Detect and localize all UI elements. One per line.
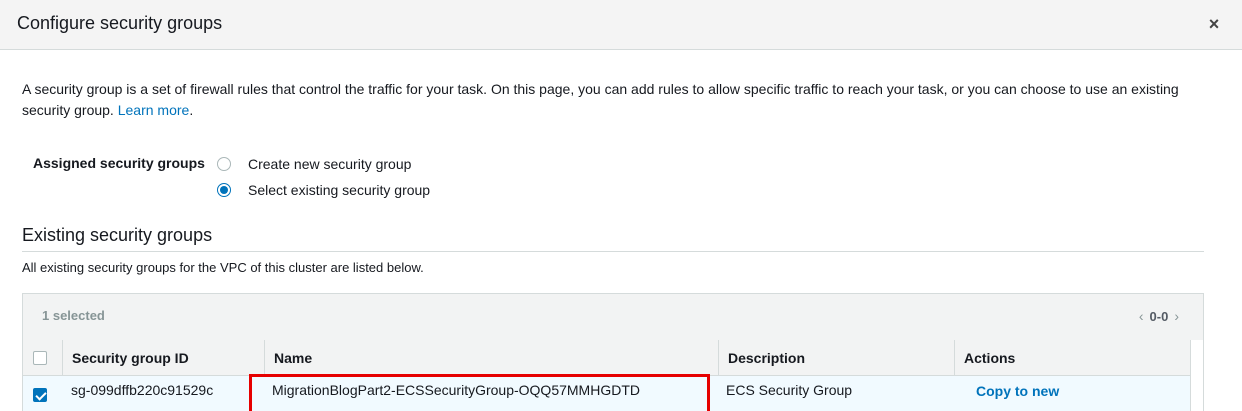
column-header-actions: Actions — [954, 340, 1190, 376]
modal-header: Configure security groups × — [0, 0, 1242, 50]
intro-text: A security group is a set of firewall ru… — [22, 79, 1212, 121]
table-scrollbar[interactable] — [1190, 340, 1203, 411]
column-header-security-group-id[interactable]: Security group ID — [62, 340, 264, 376]
radio-select-existing-label[interactable]: Select existing security group — [248, 182, 430, 198]
intro-body: A security group is a set of firewall ru… — [22, 81, 1179, 118]
pager-range: 0-0 — [1149, 308, 1169, 324]
header-select-cell — [23, 340, 62, 376]
column-header-description[interactable]: Description — [718, 340, 954, 376]
chevron-right-icon[interactable]: › — [1168, 308, 1185, 324]
table-toolbar: 1 selected ‹ 0-0 › — [23, 294, 1203, 341]
cell-description: ECS Security Group — [726, 382, 853, 398]
existing-security-groups-description: All existing security groups for the VPC… — [22, 260, 424, 275]
assigned-security-groups-label: Assigned security groups — [33, 155, 205, 171]
column-header-name[interactable]: Name — [264, 340, 718, 376]
cell-security-group-id: sg-099dffb220c91529c — [71, 382, 214, 398]
close-icon[interactable]: × — [1206, 14, 1222, 34]
row-checkbox[interactable] — [33, 388, 47, 402]
pagination: ‹ 0-0 › — [1133, 308, 1185, 324]
selected-count: 1 selected — [42, 308, 105, 323]
modal-title: Configure security groups — [17, 13, 223, 33]
section-divider — [22, 251, 1204, 252]
radio-create-new-label[interactable]: Create new security group — [248, 156, 411, 172]
radio-create-new-button[interactable] — [217, 157, 231, 171]
existing-security-groups-title: Existing security groups — [22, 225, 213, 245]
highlight-annotation — [249, 374, 710, 411]
chevron-left-icon[interactable]: ‹ — [1133, 308, 1150, 324]
intro-period: . — [189, 102, 194, 118]
radio-select-existing-button[interactable] — [217, 183, 231, 197]
table-header: Security group ID Name Description Actio… — [23, 340, 1203, 376]
radio-select-existing[interactable]: Select existing security group — [217, 180, 430, 200]
learn-more-link[interactable]: Learn more — [118, 102, 190, 118]
copy-to-new-link[interactable]: Copy to new — [976, 377, 1059, 405]
select-all-checkbox[interactable] — [33, 351, 47, 365]
radio-create-new[interactable]: Create new security group — [217, 154, 411, 174]
